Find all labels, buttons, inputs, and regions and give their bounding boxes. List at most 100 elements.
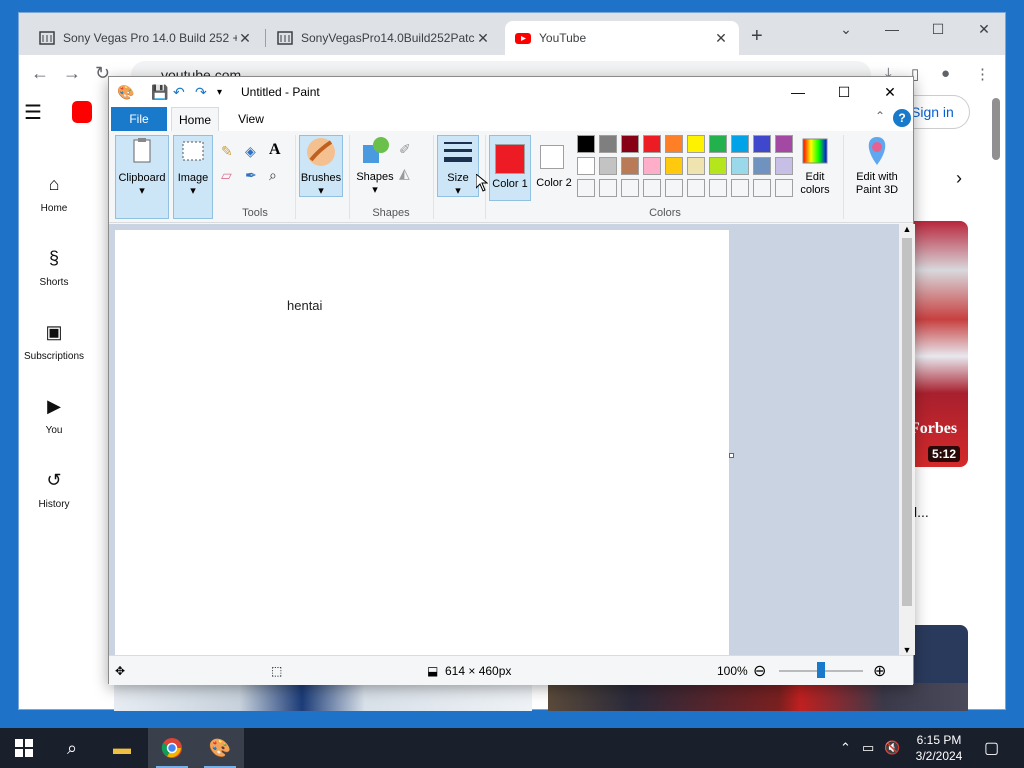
menu-icon[interactable]: ⋮ — [975, 65, 990, 83]
scroll-thumb[interactable] — [902, 238, 912, 606]
video-title[interactable]: l... — [914, 504, 929, 520]
color-picker-icon[interactable]: ✒ — [245, 167, 257, 184]
palette-swatch[interactable] — [621, 135, 639, 153]
palette-swatch[interactable] — [687, 157, 705, 175]
zoom-out-icon[interactable]: ⊖ — [753, 661, 766, 681]
clock[interactable]: 6:15 PM 3/2/2024 — [906, 732, 972, 764]
yt-nav-shorts[interactable]: § Shorts — [18, 248, 90, 288]
back-icon[interactable]: ← — [31, 63, 49, 84]
redo-icon[interactable]: ↷ — [195, 84, 207, 101]
yt-nav-history[interactable]: ↺ History — [18, 470, 90, 510]
palette-swatch[interactable] — [731, 135, 749, 153]
palette-swatch[interactable] — [577, 135, 595, 153]
start-button[interactable] — [0, 728, 48, 768]
save-icon[interactable]: 💾 — [151, 84, 168, 101]
palette-swatch[interactable] — [775, 179, 793, 197]
close-icon[interactable]: ✕ — [475, 30, 491, 47]
palette-swatch[interactable] — [731, 157, 749, 175]
clipboard-button[interactable]: Clipboard ▾ — [115, 135, 169, 219]
yt-nav-home[interactable]: ⌂ Home — [18, 174, 90, 214]
tab-sony-patch[interactable]: SonyVegasPro14.0Build252Patch ✕ — [267, 21, 501, 55]
undo-icon[interactable]: ↶ — [173, 84, 185, 101]
collapse-ribbon-icon[interactable]: ⌃ — [875, 109, 885, 123]
video-thumbnail[interactable] — [548, 683, 968, 711]
video-thumbnail[interactable] — [114, 683, 532, 711]
palette-swatch[interactable] — [621, 157, 639, 175]
zoom-in-icon[interactable]: ⊕ — [873, 661, 886, 681]
pencil-icon[interactable]: ✎ — [221, 143, 233, 160]
outline-icon[interactable]: ✐ — [399, 141, 411, 158]
file-explorer-icon[interactable]: ▬ — [98, 728, 146, 768]
page-scrollbar[interactable] — [992, 98, 1000, 160]
size-button[interactable]: Size ▾ — [437, 135, 479, 197]
close-button[interactable]: ✕ — [867, 81, 913, 103]
close-button[interactable]: ✕ — [961, 17, 1007, 41]
scroll-down-icon[interactable]: ▼ — [899, 645, 915, 655]
hamburger-menu-icon[interactable]: ☰ — [24, 100, 42, 125]
chevron-down-icon[interactable]: ⌄ — [823, 17, 869, 41]
palette-swatch[interactable] — [665, 179, 683, 197]
color2-button[interactable]: Color 2 — [535, 135, 573, 201]
edit-colors-button[interactable]: Edit colors — [795, 135, 835, 197]
volume-muted-icon[interactable]: 🔇 — [884, 740, 900, 756]
eraser-icon[interactable]: ▱ — [221, 167, 232, 184]
drawing-canvas[interactable]: hentai — [115, 230, 729, 655]
palette-swatch[interactable] — [753, 135, 771, 153]
forward-icon[interactable]: → — [63, 63, 81, 84]
palette-swatch[interactable] — [753, 157, 771, 175]
palette-swatch[interactable] — [731, 179, 749, 197]
palette-swatch[interactable] — [599, 179, 617, 197]
canvas-scrollbar[interactable]: ▲ ▼ — [899, 224, 915, 655]
palette-swatch[interactable] — [577, 157, 595, 175]
tab-youtube[interactable]: YouTube ✕ — [505, 21, 739, 55]
text-icon[interactable]: A — [269, 141, 281, 159]
palette-swatch[interactable] — [643, 157, 661, 175]
palette-swatch[interactable] — [687, 179, 705, 197]
quick-access-dropdown-icon[interactable]: ▾ — [217, 87, 222, 98]
shapes-button[interactable]: Shapes ▾ — [353, 135, 397, 197]
profile-icon[interactable]: ● — [941, 65, 950, 82]
palette-swatch[interactable] — [643, 179, 661, 197]
close-icon[interactable]: ✕ — [237, 30, 253, 47]
resize-handle[interactable] — [729, 453, 734, 458]
palette-swatch[interactable] — [621, 179, 639, 197]
tab-view[interactable]: View — [227, 107, 275, 131]
tab-sony-vegas[interactable]: Sony Vegas Pro 14.0 Build 252 + ✕ — [29, 21, 263, 55]
chrome-taskbar-icon[interactable] — [148, 728, 196, 768]
network-icon[interactable]: ▭ — [862, 740, 874, 756]
fill-icon[interactable]: ◈ — [245, 143, 256, 160]
search-icon[interactable]: ⌕ — [48, 728, 96, 768]
image-button[interactable]: Image ▾ — [173, 135, 213, 219]
shape-fill-icon[interactable]: ◭ — [399, 165, 410, 182]
tab-home[interactable]: Home — [171, 107, 219, 131]
palette-swatch[interactable] — [709, 135, 727, 153]
yt-nav-you[interactable]: ▶ You — [18, 396, 90, 436]
palette-swatch[interactable] — [753, 179, 771, 197]
paint-taskbar-icon[interactable]: 🎨 — [196, 728, 244, 768]
scroll-up-icon[interactable]: ▲ — [899, 224, 915, 234]
palette-swatch[interactable] — [599, 157, 617, 175]
new-tab-button[interactable]: + — [751, 25, 763, 48]
notifications-icon[interactable]: ▢ — [984, 738, 999, 758]
palette-swatch[interactable] — [665, 157, 683, 175]
help-icon[interactable]: ? — [893, 109, 911, 127]
palette-swatch[interactable] — [643, 135, 661, 153]
close-icon[interactable]: ✕ — [713, 30, 729, 47]
minimize-button[interactable]: — — [775, 81, 821, 103]
palette-swatch[interactable] — [775, 157, 793, 175]
yt-nav-subscriptions[interactable]: ▣ Subscriptions — [18, 322, 90, 362]
maximize-button[interactable]: ☐ — [915, 17, 961, 41]
chevron-up-icon[interactable]: ⌃ — [840, 740, 851, 756]
palette-swatch[interactable] — [687, 135, 705, 153]
chevron-right-icon[interactable]: › — [956, 168, 962, 189]
palette-swatch[interactable] — [665, 135, 683, 153]
palette-swatch[interactable] — [775, 135, 793, 153]
palette-swatch[interactable] — [599, 135, 617, 153]
youtube-logo[interactable] — [72, 101, 92, 123]
minimize-button[interactable]: — — [869, 17, 915, 41]
zoom-thumb[interactable] — [817, 662, 825, 678]
palette-swatch[interactable] — [577, 179, 595, 197]
palette-swatch[interactable] — [709, 157, 727, 175]
paint3d-button[interactable]: Edit with Paint 3D — [847, 135, 907, 197]
color1-button[interactable]: Color 1 — [489, 135, 531, 201]
